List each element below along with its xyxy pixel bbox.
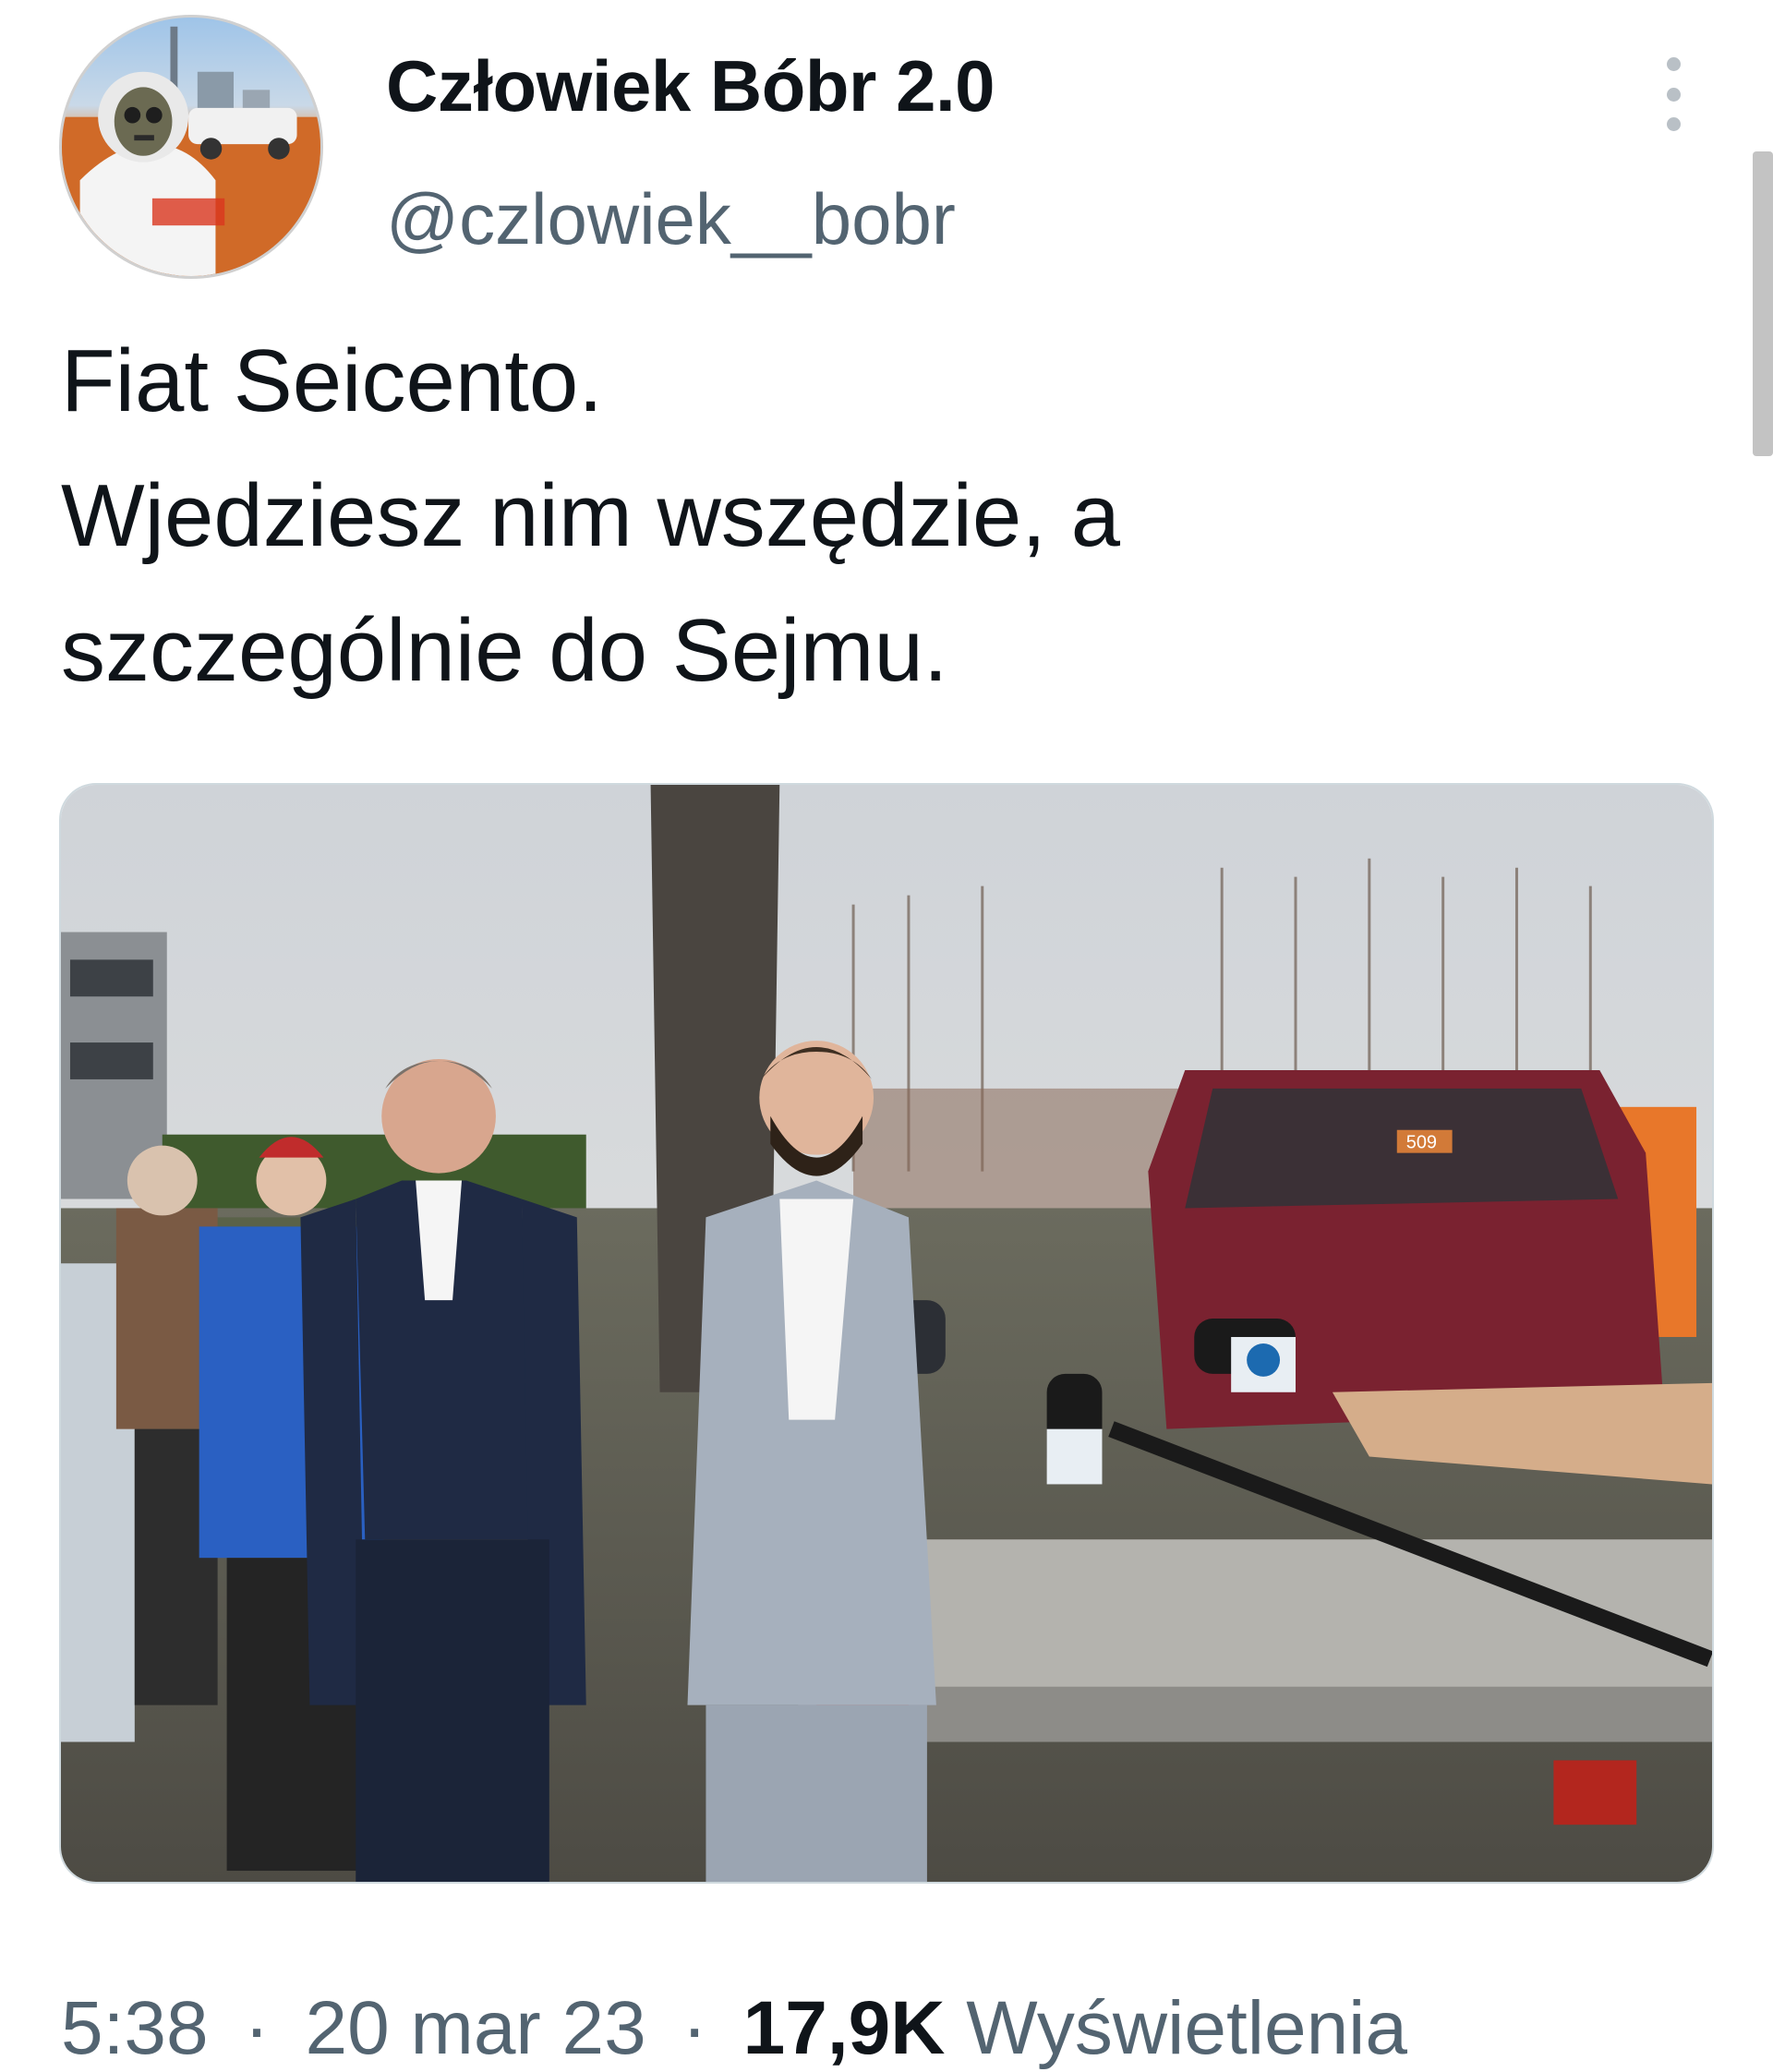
tweet-line-1: Fiat Seicento. xyxy=(61,331,603,430)
more-dot xyxy=(1666,57,1681,71)
tweet-line-3: szczególnie do Sejmu. xyxy=(61,601,948,700)
display-name[interactable]: Człowiek Bóbr 2.0 xyxy=(386,44,995,128)
avatar-image xyxy=(62,26,320,276)
more-dot xyxy=(1666,117,1681,131)
scrollbar[interactable] xyxy=(1753,151,1773,456)
user-handle[interactable]: @czlowiek__bobr xyxy=(386,177,956,261)
tweet-line-2: Wjedziesz nim wszędzie, a xyxy=(61,466,1121,565)
tweet-meta: 5:38 · 20 mar 23 · 17,9K Wyświetlenia xyxy=(61,1985,1407,2072)
tweet-text: Fiat Seicento. Wjedziesz nim wszędzie, a… xyxy=(61,314,1686,718)
avatar[interactable] xyxy=(59,15,323,279)
photo-scene: 509 xyxy=(61,785,1712,1882)
more-dot xyxy=(1666,87,1681,102)
more-vertical-icon[interactable] xyxy=(1653,57,1694,131)
plate-text: 509 xyxy=(1406,1133,1437,1153)
tweet-photo[interactable]: 509 xyxy=(59,783,1714,1884)
